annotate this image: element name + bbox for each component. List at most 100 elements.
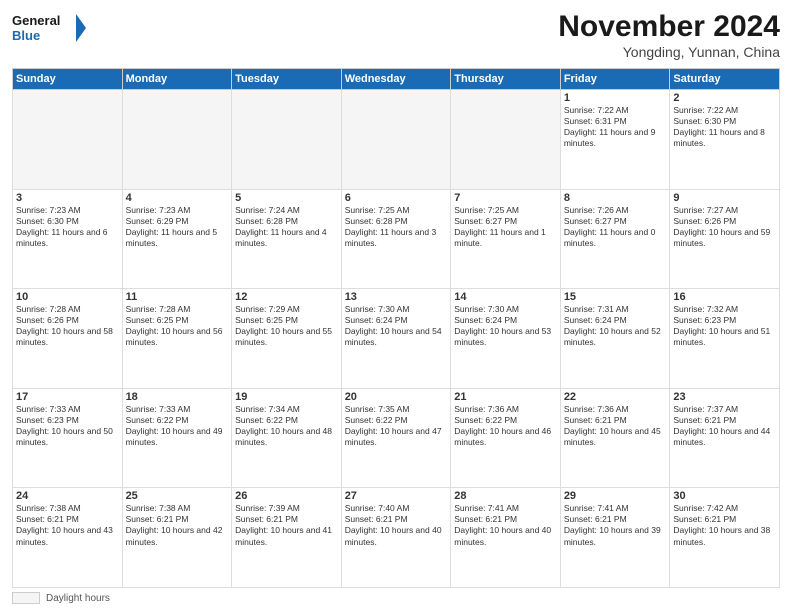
day-info: Sunset: 6:23 PM (673, 315, 776, 326)
day-info: Sunset: 6:30 PM (673, 116, 776, 127)
logo: General Blue (12, 10, 92, 46)
column-header-saturday: Saturday (670, 69, 780, 90)
day-cell (451, 90, 561, 190)
month-title: November 2024 (558, 10, 780, 44)
day-number: 21 (454, 391, 557, 403)
day-info: Daylight: 11 hours and 4 minutes. (235, 227, 338, 249)
day-cell: 9Sunrise: 7:27 AMSunset: 6:26 PMDaylight… (670, 189, 780, 289)
day-info: Sunset: 6:21 PM (564, 514, 667, 525)
day-cell: 16Sunrise: 7:32 AMSunset: 6:23 PMDayligh… (670, 289, 780, 389)
day-info: Daylight: 10 hours and 56 minutes. (126, 326, 229, 348)
day-info: Daylight: 10 hours and 39 minutes. (564, 525, 667, 547)
header: General Blue November 2024 Yongding, Yun… (12, 10, 780, 60)
column-header-thursday: Thursday (451, 69, 561, 90)
day-info: Sunrise: 7:25 AM (454, 205, 557, 216)
week-row-3: 17Sunrise: 7:33 AMSunset: 6:23 PMDayligh… (13, 388, 780, 488)
title-section: November 2024 Yongding, Yunnan, China (558, 10, 780, 60)
day-number: 14 (454, 291, 557, 303)
day-number: 7 (454, 192, 557, 204)
day-number: 19 (235, 391, 338, 403)
day-info: Sunset: 6:21 PM (345, 514, 448, 525)
day-info: Sunrise: 7:26 AM (564, 205, 667, 216)
day-cell: 8Sunrise: 7:26 AMSunset: 6:27 PMDaylight… (560, 189, 670, 289)
day-cell: 4Sunrise: 7:23 AMSunset: 6:29 PMDaylight… (122, 189, 232, 289)
day-cell: 25Sunrise: 7:38 AMSunset: 6:21 PMDayligh… (122, 488, 232, 588)
day-info: Sunset: 6:26 PM (673, 216, 776, 227)
column-header-sunday: Sunday (13, 69, 123, 90)
day-info: Sunset: 6:21 PM (564, 415, 667, 426)
column-header-wednesday: Wednesday (341, 69, 451, 90)
day-info: Sunrise: 7:35 AM (345, 404, 448, 415)
day-info: Sunset: 6:21 PM (235, 514, 338, 525)
day-cell (232, 90, 342, 190)
day-info: Daylight: 10 hours and 45 minutes. (564, 426, 667, 448)
day-info: Sunset: 6:28 PM (235, 216, 338, 227)
day-info: Sunset: 6:31 PM (564, 116, 667, 127)
day-info: Sunrise: 7:32 AM (673, 304, 776, 315)
day-info: Daylight: 10 hours and 54 minutes. (345, 326, 448, 348)
logo-svg: General Blue (12, 10, 92, 46)
day-info: Daylight: 11 hours and 6 minutes. (16, 227, 119, 249)
day-info: Daylight: 10 hours and 40 minutes. (345, 525, 448, 547)
day-cell: 13Sunrise: 7:30 AMSunset: 6:24 PMDayligh… (341, 289, 451, 389)
day-cell: 14Sunrise: 7:30 AMSunset: 6:24 PMDayligh… (451, 289, 561, 389)
day-number: 12 (235, 291, 338, 303)
day-info: Sunset: 6:28 PM (345, 216, 448, 227)
day-info: Daylight: 10 hours and 49 minutes. (126, 426, 229, 448)
day-number: 9 (673, 192, 776, 204)
day-info: Sunrise: 7:31 AM (564, 304, 667, 315)
day-cell: 23Sunrise: 7:37 AMSunset: 6:21 PMDayligh… (670, 388, 780, 488)
day-info: Sunset: 6:27 PM (564, 216, 667, 227)
day-info: Sunrise: 7:41 AM (564, 503, 667, 514)
day-info: Sunrise: 7:27 AM (673, 205, 776, 216)
day-info: Daylight: 10 hours and 53 minutes. (454, 326, 557, 348)
day-info: Daylight: 11 hours and 1 minute. (454, 227, 557, 249)
day-number: 20 (345, 391, 448, 403)
day-info: Daylight: 10 hours and 48 minutes. (235, 426, 338, 448)
day-number: 8 (564, 192, 667, 204)
day-cell: 5Sunrise: 7:24 AMSunset: 6:28 PMDaylight… (232, 189, 342, 289)
day-number: 23 (673, 391, 776, 403)
day-info: Sunrise: 7:23 AM (16, 205, 119, 216)
day-info: Sunrise: 7:38 AM (126, 503, 229, 514)
day-cell: 17Sunrise: 7:33 AMSunset: 6:23 PMDayligh… (13, 388, 123, 488)
day-number: 11 (126, 291, 229, 303)
day-info: Sunrise: 7:37 AM (673, 404, 776, 415)
day-cell: 15Sunrise: 7:31 AMSunset: 6:24 PMDayligh… (560, 289, 670, 389)
day-cell (341, 90, 451, 190)
day-info: Daylight: 10 hours and 50 minutes. (16, 426, 119, 448)
day-cell: 2Sunrise: 7:22 AMSunset: 6:30 PMDaylight… (670, 90, 780, 190)
day-info: Daylight: 10 hours and 58 minutes. (16, 326, 119, 348)
day-number: 18 (126, 391, 229, 403)
day-info: Sunrise: 7:30 AM (345, 304, 448, 315)
day-info: Sunset: 6:25 PM (235, 315, 338, 326)
day-info: Sunrise: 7:28 AM (16, 304, 119, 315)
column-header-monday: Monday (122, 69, 232, 90)
day-cell: 10Sunrise: 7:28 AMSunset: 6:26 PMDayligh… (13, 289, 123, 389)
calendar: SundayMondayTuesdayWednesdayThursdayFrid… (12, 68, 780, 588)
day-info: Sunrise: 7:22 AM (673, 105, 776, 116)
day-info: Sunrise: 7:23 AM (126, 205, 229, 216)
day-info: Sunrise: 7:22 AM (564, 105, 667, 116)
day-info: Sunrise: 7:24 AM (235, 205, 338, 216)
svg-text:Blue: Blue (12, 28, 40, 43)
day-cell: 19Sunrise: 7:34 AMSunset: 6:22 PMDayligh… (232, 388, 342, 488)
day-cell: 3Sunrise: 7:23 AMSunset: 6:30 PMDaylight… (13, 189, 123, 289)
day-info: Daylight: 11 hours and 8 minutes. (673, 127, 776, 149)
day-info: Sunset: 6:26 PM (16, 315, 119, 326)
week-row-0: 1Sunrise: 7:22 AMSunset: 6:31 PMDaylight… (13, 90, 780, 190)
day-cell: 26Sunrise: 7:39 AMSunset: 6:21 PMDayligh… (232, 488, 342, 588)
svg-text:General: General (12, 13, 60, 28)
day-info: Sunset: 6:27 PM (454, 216, 557, 227)
day-cell: 1Sunrise: 7:22 AMSunset: 6:31 PMDaylight… (560, 90, 670, 190)
day-info: Sunrise: 7:25 AM (345, 205, 448, 216)
day-number: 1 (564, 92, 667, 104)
day-number: 22 (564, 391, 667, 403)
day-number: 16 (673, 291, 776, 303)
day-info: Daylight: 10 hours and 47 minutes. (345, 426, 448, 448)
day-number: 28 (454, 490, 557, 502)
day-info: Daylight: 10 hours and 43 minutes. (16, 525, 119, 547)
day-number: 10 (16, 291, 119, 303)
week-row-1: 3Sunrise: 7:23 AMSunset: 6:30 PMDaylight… (13, 189, 780, 289)
day-info: Sunrise: 7:41 AM (454, 503, 557, 514)
